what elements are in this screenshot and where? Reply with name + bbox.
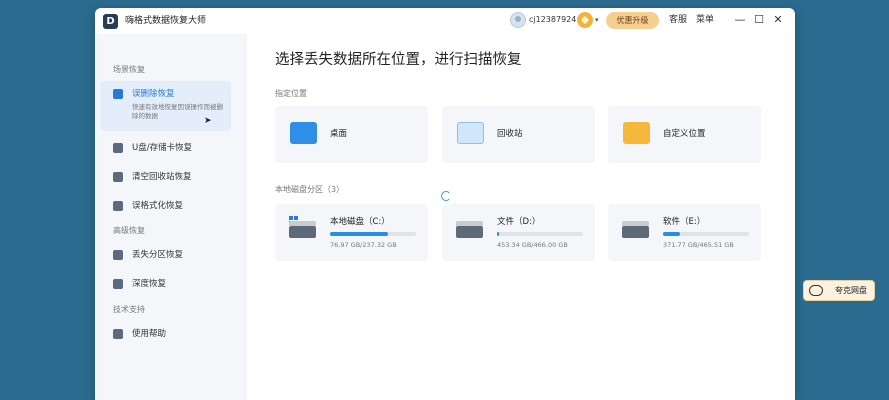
customer-service-link[interactable]: 客服 xyxy=(669,14,687,26)
refresh-icon[interactable] xyxy=(441,191,451,201)
drive-usage-fill xyxy=(497,232,500,236)
drive-size: 453.34 GB/466.00 GB xyxy=(497,241,568,249)
drive-card-c[interactable]: 本地磁盘（C:） 76.97 GB/237.32 GB xyxy=(275,204,428,261)
sidebar-item-usb[interactable]: U盘/存储卡恢复 xyxy=(113,140,243,156)
sidebar-item-deep-scan[interactable]: 深度恢复 xyxy=(113,276,243,292)
recycle-bin-icon xyxy=(457,122,484,144)
drive-size: 371.77 GB/465.51 GB xyxy=(663,241,734,249)
drive-usage-bar xyxy=(330,232,416,236)
format-icon xyxy=(113,201,123,211)
drive-card-e[interactable]: 软件（E:） 371.77 GB/465.51 GB xyxy=(608,204,761,261)
sidebar-item-format[interactable]: 误格式化恢复 xyxy=(113,198,243,214)
locations-heading: 指定位置 xyxy=(275,89,307,98)
sidebar-item-label: 误删除恢复 xyxy=(132,89,175,99)
location-label: 自定义位置 xyxy=(663,129,706,139)
location-card-recycle-bin[interactable]: 回收站 xyxy=(442,106,595,163)
hard-drive-icon xyxy=(456,221,483,238)
desktop-icon xyxy=(290,122,317,144)
deep-scan-icon xyxy=(113,279,123,289)
drive-name: 文件（D:） xyxy=(497,217,541,227)
cloud-icon xyxy=(809,285,823,296)
drive-usage-bar xyxy=(663,232,749,236)
location-label: 回收站 xyxy=(497,129,523,139)
section-scene-recovery: 场景恢复 xyxy=(113,65,145,74)
usb-icon xyxy=(113,143,123,153)
sidebar-item-label: U盘/存储卡恢复 xyxy=(132,143,193,153)
avatar[interactable] xyxy=(510,12,526,28)
chevron-down-icon[interactable]: ▾ xyxy=(595,16,599,24)
drive-size: 76.97 GB/237.32 GB xyxy=(330,241,397,249)
sidebar-item-label: 清空回收站恢复 xyxy=(132,172,192,182)
main-panel: 选择丢失数据所在位置，进行扫描恢复 指定位置 桌面 回收站 自定义位置 本地磁盘… xyxy=(247,34,795,400)
mouse-cursor-icon: ➤ xyxy=(204,116,212,126)
sidebar-item-label: 丢失分区恢复 xyxy=(132,250,184,260)
partition-icon xyxy=(113,250,123,260)
sidebar-item-label: 深度恢复 xyxy=(132,279,167,289)
section-tech-support: 技术支持 xyxy=(113,305,145,314)
username[interactable]: cj12387924 xyxy=(529,14,576,26)
maximize-button[interactable]: ☐ xyxy=(752,12,766,28)
menu-link[interactable]: 菜单 xyxy=(696,14,714,26)
title-bar: D 嗨格式数据恢复大师 cj12387924 ▾ 优惠升级 客服 菜单 — ☐ … xyxy=(95,8,795,34)
app-logo-icon: D xyxy=(103,14,118,29)
drive-card-d[interactable]: 文件（D:） 453.34 GB/466.00 GB xyxy=(442,204,595,261)
vip-badge-icon[interactable] xyxy=(577,12,593,28)
minimize-button[interactable]: — xyxy=(733,12,747,28)
page-title: 选择丢失数据所在位置，进行扫描恢复 xyxy=(275,52,522,68)
sidebar-item-help[interactable]: 使用帮助 xyxy=(113,326,243,342)
close-button[interactable]: ✕ xyxy=(771,12,785,28)
sidebar-item-recycle-bin[interactable]: 清空回收站恢复 xyxy=(113,169,243,185)
drive-usage-fill xyxy=(663,232,681,236)
location-label: 桌面 xyxy=(330,129,348,139)
quark-drive-widget[interactable]: 夸克网盘 xyxy=(803,280,875,301)
section-advanced-recovery: 高级恢复 xyxy=(113,226,145,235)
trash-icon xyxy=(113,172,123,182)
disks-heading: 本地磁盘分区（3） xyxy=(275,185,345,194)
sidebar-item-description: 快速有效地恢复因误操作而被删除的数据 xyxy=(132,103,223,120)
location-card-desktop[interactable]: 桌面 xyxy=(275,106,428,163)
help-icon xyxy=(113,329,123,339)
drive-name: 软件（E:） xyxy=(663,217,706,227)
app-title: 嗨格式数据恢复大师 xyxy=(125,16,207,26)
sidebar: 场景恢复 误删除恢复 快速有效地恢复因误操作而被删除的数据 ➤ U盘/存储卡恢复… xyxy=(95,34,247,400)
widget-label: 夸克网盘 xyxy=(835,286,867,295)
sidebar-item-label: 使用帮助 xyxy=(132,329,167,339)
drive-usage-fill xyxy=(330,232,389,236)
drive-usage-bar xyxy=(497,232,583,236)
sidebar-item-partition[interactable]: 丢失分区恢复 xyxy=(113,247,243,263)
document-icon xyxy=(113,89,123,99)
hard-drive-icon xyxy=(289,221,316,238)
upgrade-button[interactable]: 优惠升级 xyxy=(606,12,659,29)
folder-icon xyxy=(623,122,650,144)
drive-name: 本地磁盘（C:） xyxy=(330,217,390,227)
location-card-custom[interactable]: 自定义位置 xyxy=(608,106,761,163)
app-window: D 嗨格式数据恢复大师 cj12387924 ▾ 优惠升级 客服 菜单 — ☐ … xyxy=(95,8,795,400)
hard-drive-icon xyxy=(622,221,649,238)
sidebar-item-label: 误格式化恢复 xyxy=(132,201,184,211)
